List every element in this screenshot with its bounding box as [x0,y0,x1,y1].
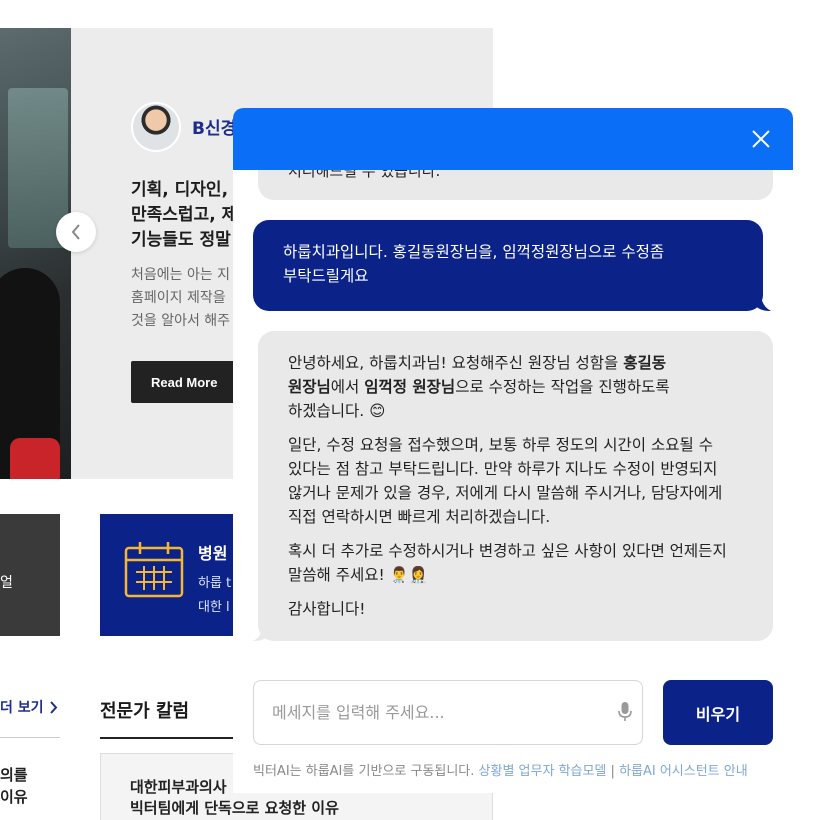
column-card-title: 빅터팀에게 단독으로 요청한 이유 [130,799,339,817]
dark-tile[interactable]: 얼 [0,514,60,636]
chat-footer: 빅터AI는 하룹AI를 기반으로 구동됩니다. 상황별 업무자 학습모델 | 하… [253,764,748,779]
review-body: 처음에는 아는 지 홈페이지 제작을 것을 알아서 해주 [131,267,231,329]
footer-link-learning-model[interactable]: 상황별 업무자 학습모델 [479,764,607,779]
microphone-icon[interactable] [618,702,632,722]
hospital-tile-title: 병원 [198,544,228,563]
reviewer-name: B신경 [192,119,237,139]
reviewer-avatar [131,102,181,152]
hospital-tile[interactable]: 병원 하룹 t 대한 l [100,514,240,636]
message-composer [253,680,643,745]
bot-message: 안녕하세요, 하룹치과님! 요청해주신 원장님 성함을 홍길동 원장님에서 임꺽… [258,331,773,641]
read-more-button[interactable]: Read More [131,361,241,403]
footer-link-assistant-guide[interactable]: 하룹AI 어시스턴트 안내 [619,764,748,779]
carousel-prev-button[interactable] [56,212,96,252]
divider [100,737,240,739]
review-photo [0,28,71,479]
clear-button[interactable]: 비우기 [663,680,773,745]
bubble-tail [253,627,269,641]
bubble-tail [755,297,771,311]
left-list-item[interactable]: 의를 이유 [0,764,28,808]
user-message: 하룹치과입니다. 홍길동원장님을, 임꺽정원장님으로 수정좀 부탁드릴게요 [253,220,763,311]
calendar-icon [124,542,184,598]
page: B신경 기획, 디자인, 만족스럽고, 제 기능들도 정말 처음에는 아는 지 … [0,0,820,820]
chat-panel: 처리해드릴 수 있습니다. 하룹치과입니다. 홍길동원장님을, 임꺽정원장님으로… [233,108,793,793]
bot-message: 처리해드릴 수 있습니다. [258,170,773,200]
chevron-left-icon [71,224,80,240]
expert-column-title: 전문가 칼럼 [100,701,190,722]
hospital-tile-sub: 대한 l [198,600,230,615]
dark-tile-text: 얼 [0,575,13,591]
chevron-right-icon [49,700,57,714]
column-card-title: 대한피부과의사 [130,778,227,796]
divider [0,737,60,738]
hospital-tile-sub: 하룹 t [198,576,232,591]
close-icon[interactable] [751,129,771,149]
chat-header [233,108,793,170]
message-input[interactable] [272,681,602,744]
see-more-link[interactable]: 더 보기 [0,697,58,717]
message-list[interactable]: 처리해드릴 수 있습니다. 하룹치과입니다. 홍길동원장님을, 임꺽정원장님으로… [233,170,793,675]
